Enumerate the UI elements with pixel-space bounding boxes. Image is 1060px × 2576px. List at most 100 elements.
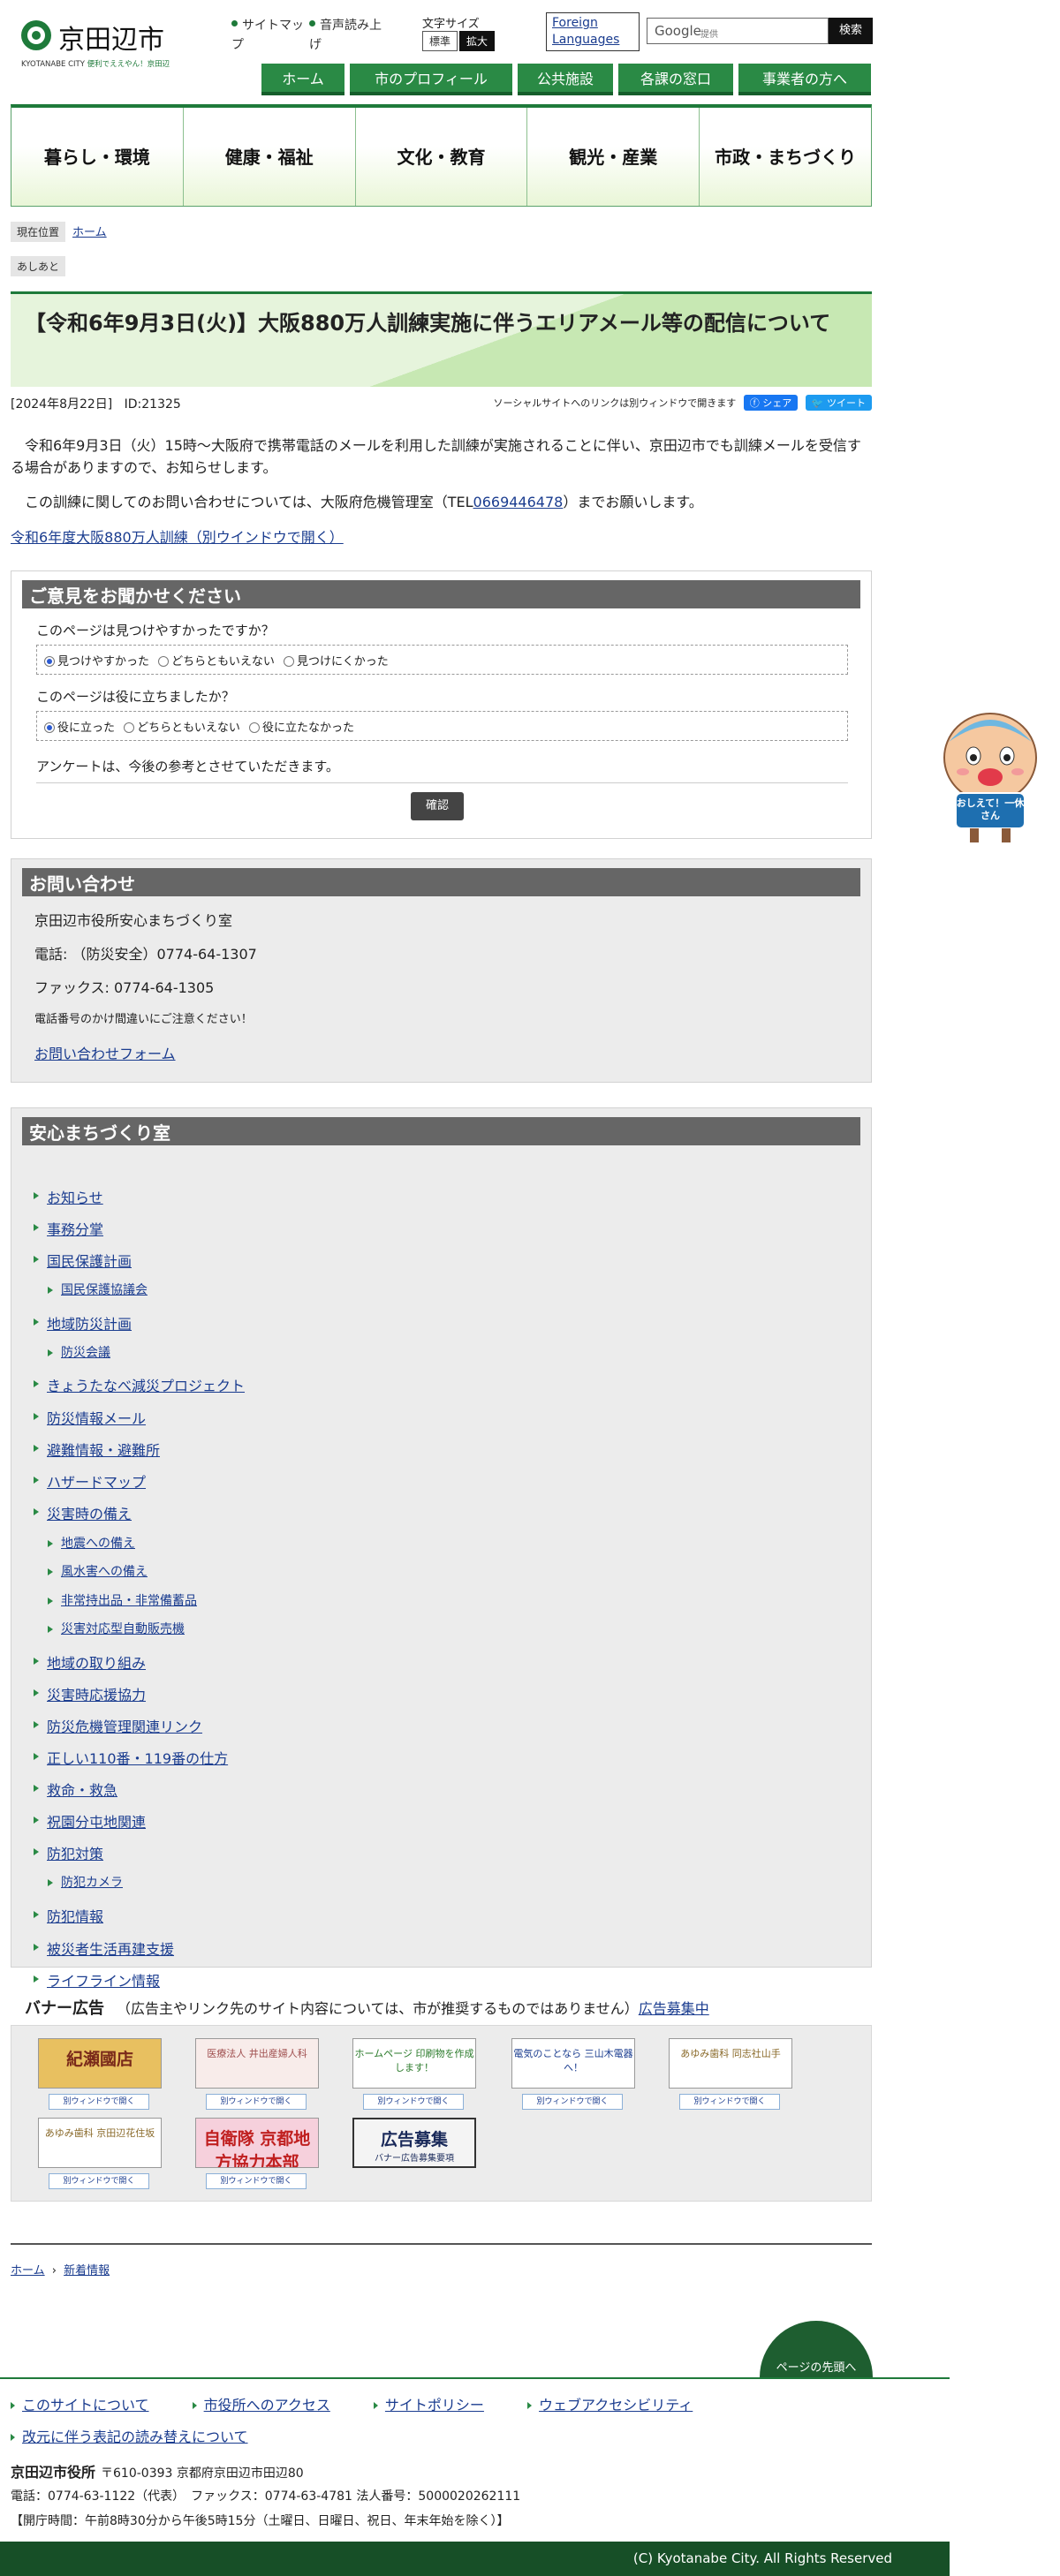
survey-confirm-button[interactable]: 確認 xyxy=(411,792,464,820)
banner-ad[interactable]: 広告募集 バナー広告募集要項 xyxy=(352,2118,476,2168)
section-menu-subitem[interactable]: 防災会議 xyxy=(48,1343,110,1361)
section-menu-item[interactable]: 正しい110番・119番の仕方 xyxy=(33,1747,228,1768)
banner-note: （広告主やリンク先のサイト内容については、市が推奨するものではありません） xyxy=(117,2000,639,2017)
banner-ad[interactable]: ホームページ 印刷物を作成します！ xyxy=(352,2038,476,2089)
facebook-share-button[interactable]: ⓕ シェア xyxy=(743,395,799,411)
section-menu-subitem[interactable]: 地震への備え xyxy=(48,1534,135,1552)
search-input[interactable]: Google 提供 xyxy=(647,18,829,44)
banner-ad[interactable]: 医療法人 井出産婦人科 xyxy=(195,2038,319,2089)
banner-ad[interactable]: あゆみ歯科 京田辺花住坂 xyxy=(38,2118,162,2168)
footer-link-accessibility[interactable]: ウェブアクセシビリティ xyxy=(527,2397,712,2414)
contact-form-link[interactable]: お問い合わせフォーム xyxy=(34,1046,176,1062)
banner-ad[interactable]: 電気のことなら 三山木電器へ！ xyxy=(511,2038,635,2089)
subnav-home[interactable]: ホーム xyxy=(261,64,344,95)
section-menu-item[interactable]: 避難情報・避難所 xyxy=(33,1439,160,1460)
section-menu-item[interactable]: 祝園分屯地関連 xyxy=(33,1810,146,1832)
tweet-button[interactable]: 🐦 ツイート xyxy=(805,395,872,411)
search-button[interactable]: 検索 xyxy=(829,18,873,44)
section-menu-item[interactable]: 防災危機管理関連リンク xyxy=(33,1715,202,1736)
banner-title: バナー広告 xyxy=(25,1999,104,2018)
section-menu-item[interactable]: 地域防災計画 xyxy=(33,1312,132,1333)
q2-option-useful[interactable]: 役に立った xyxy=(44,721,115,735)
article-meta: [2024年8月22日] ID:21325 ソーシャルサイトへのリンクは別ウィン… xyxy=(11,395,872,414)
tel-link[interactable]: 0669446478 xyxy=(473,494,564,510)
q1-option-easy[interactable]: 見つけやすかった xyxy=(44,655,149,669)
contact-warning: 電話番号のかけ間違いにご注意ください！ xyxy=(34,1013,253,1026)
subnav-facilities[interactable]: 公共施設 xyxy=(518,64,613,95)
contact-title: お問い合わせ xyxy=(22,868,860,896)
gnav-living[interactable]: 暮らし・環境 xyxy=(11,108,184,206)
radio-selected-icon xyxy=(44,656,55,667)
gnav-government[interactable]: 市政・まちづくり xyxy=(700,108,871,206)
training-link[interactable]: 令和6年度大阪880万人訓練（別ウインドウで開く） xyxy=(11,529,344,546)
section-menu-item[interactable]: 被災者生活再建支援 xyxy=(33,1938,174,1959)
font-size-standard-button[interactable]: 標準 xyxy=(422,31,458,51)
footer-link-era[interactable]: 改元に伴う表記の読み替えについて xyxy=(11,2429,268,2445)
global-nav: 暮らし・環境 健康・福祉 文化・教育 観光・産業 市政・まちづくり xyxy=(11,104,872,207)
voice-link[interactable]: 音声読み上げ xyxy=(309,16,389,55)
section-menu-item[interactable]: ライフライン情報 xyxy=(33,1969,160,1991)
section-menu-item[interactable]: 災害時応援協力 xyxy=(33,1683,146,1704)
foreign-languages-link[interactable]: Foreign Languages xyxy=(546,12,640,51)
section-menu-item[interactable]: 救命・救急 xyxy=(33,1779,117,1800)
section-menu-item[interactable]: 災害時の備え xyxy=(33,1502,132,1523)
footer-link-policy[interactable]: サイトポリシー xyxy=(373,2397,504,2414)
footer-link-access[interactable]: 市役所へのアクセス xyxy=(192,2397,350,2414)
section-menu-item[interactable]: 防犯情報 xyxy=(33,1905,103,1926)
subnav-profile[interactable]: 市のプロフィール xyxy=(350,64,512,95)
breadcrumb-home[interactable]: ホーム xyxy=(72,226,107,239)
banner-ad[interactable]: 自衛隊 京都地方協力本部 xyxy=(195,2118,319,2168)
gnav-tourism[interactable]: 観光・産業 xyxy=(527,108,700,206)
bottom-crumb-news[interactable]: 新着情報 xyxy=(64,2264,110,2278)
bottom-crumb-home[interactable]: ホーム xyxy=(11,2264,45,2278)
contact-box: お問い合わせ 京田辺市役所安心まちづくり室 電話: （防災安全）0774-64-… xyxy=(11,858,872,1083)
section-menu-item[interactable]: 国民保護計画 xyxy=(33,1250,132,1271)
gnav-health[interactable]: 健康・福祉 xyxy=(184,108,356,206)
radio-icon xyxy=(249,722,261,733)
q1-option-hard[interactable]: 見つけにくかった xyxy=(284,655,389,669)
q1-option-neutral[interactable]: どちらともいえない xyxy=(158,655,275,669)
font-size-large-button[interactable]: 拡大 xyxy=(459,31,496,51)
bullet-icon xyxy=(309,20,315,26)
section-menu-item[interactable]: きょうたなべ減災プロジェクト xyxy=(33,1374,245,1395)
section-menu-subitem[interactable]: 非常持出品・非常備蓄品 xyxy=(48,1591,197,1609)
footer-link-about[interactable]: このサイトについて xyxy=(11,2397,169,2414)
copyright: (C) Kyotanabe City. All Rights Reserved xyxy=(0,2542,950,2576)
subnav-business[interactable]: 事業者の方へ xyxy=(738,64,871,95)
search-provided-label: 提供 xyxy=(700,30,718,40)
survey-q2: このページは役に立ちましたか？ xyxy=(36,689,235,705)
radio-selected-icon xyxy=(44,722,55,733)
google-logo: Google xyxy=(655,23,701,39)
survey-title: ご意見をお聞かせください xyxy=(22,580,860,608)
social-note: ソーシャルサイトへのリンクは別ウィンドウで開きます xyxy=(493,397,737,409)
article-paragraph-1: 令和6年9月3日（火）15時～大阪府で携帯電話のメールを利用した訓練が実施される… xyxy=(11,437,861,476)
q2-option-not-useful[interactable]: 役に立たなかった xyxy=(249,721,354,735)
radio-icon xyxy=(124,722,135,733)
subnav-departments[interactable]: 各課の窓口 xyxy=(618,64,733,95)
section-menu-subitem[interactable]: 防犯カメラ xyxy=(48,1873,123,1891)
section-menu-subitem[interactable]: 災害対応型自動販売機 xyxy=(48,1620,185,1637)
section-menu-item[interactable]: ハザードマップ xyxy=(33,1470,146,1492)
mascot-ikkyu-button[interactable]: おしえて！一休さん xyxy=(938,706,1042,848)
section-menu-item[interactable]: 地域の取り組み xyxy=(33,1651,146,1673)
new-window-label: 別ウィンドウで開く xyxy=(363,2094,464,2110)
section-menu-item[interactable]: 防犯対策 xyxy=(33,1842,103,1863)
training-link-row: 令和6年度大阪880万人訓練（別ウインドウで開く） xyxy=(11,526,872,548)
mascot-icon xyxy=(943,713,1037,842)
new-window-label: 別ウィンドウで開く xyxy=(206,2173,307,2189)
banner-ad[interactable]: 紀瀬國店 xyxy=(38,2038,162,2089)
section-menu-item[interactable]: 事務分掌 xyxy=(33,1218,103,1239)
section-menu-subitem[interactable]: 国民保護協議会 xyxy=(48,1280,148,1298)
gnav-culture[interactable]: 文化・教育 xyxy=(356,108,528,206)
banner-recruit-link[interactable]: 広告募集中 xyxy=(639,2000,709,2017)
section-menu-subitem[interactable]: 風水害への備え xyxy=(48,1562,148,1580)
sitemap-link[interactable]: サイトマップ xyxy=(231,16,311,55)
q2-option-neutral[interactable]: どちらともいえない xyxy=(124,721,240,735)
section-menu-item[interactable]: 防災情報メール xyxy=(33,1407,146,1428)
bottom-breadcrumb: ホーム › 新着情報 xyxy=(11,2264,110,2278)
banner-ad[interactable]: あゆみ歯科 同志社山手 xyxy=(669,2038,792,2089)
radio-icon xyxy=(284,656,295,667)
page-top-button[interactable]: ページの先頭へ xyxy=(760,2321,873,2377)
section-menu-item[interactable]: お知らせ xyxy=(34,1186,103,1207)
footer-address: 京田辺市役所 〒610-0393 京都府京田辺市田辺80 xyxy=(11,2464,304,2481)
